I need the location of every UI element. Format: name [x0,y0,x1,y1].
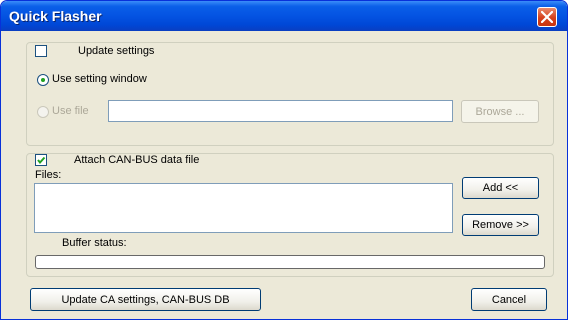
attach-canbus-checkbox[interactable] [35,154,47,166]
browse-button[interactable]: Browse ... [461,100,539,123]
window-title: Quick Flasher [9,8,102,24]
use-file-label: Use file [52,105,89,117]
radio-selected-dot [41,78,45,82]
close-button[interactable] [537,7,557,27]
remove-button[interactable]: Remove >> [462,214,539,236]
attach-canbus-label: Attach CAN-BUS data file [74,154,200,166]
buffer-status-bar [35,255,545,269]
update-settings-checkbox[interactable] [35,45,47,57]
use-setting-window-radio[interactable] [37,74,49,86]
use-file-radio[interactable] [37,106,49,118]
quick-flasher-window: Quick Flasher Update settings Use settin… [0,0,568,320]
update-ca-settings-button[interactable]: Update CA settings, CAN-BUS DB [30,288,261,311]
title-bar[interactable]: Quick Flasher [1,1,567,31]
add-button[interactable]: Add << [462,177,539,199]
files-label: Files: [35,169,62,181]
buffer-status-label: Buffer status: [62,237,127,249]
close-icon [541,11,553,23]
checkmark-icon [37,156,46,165]
use-setting-window-label: Use setting window [52,73,147,85]
update-settings-group [26,42,554,146]
update-settings-label: Update settings [78,45,155,57]
files-list[interactable] [34,183,453,233]
file-path-input[interactable] [108,100,453,122]
cancel-button[interactable]: Cancel [471,288,547,311]
